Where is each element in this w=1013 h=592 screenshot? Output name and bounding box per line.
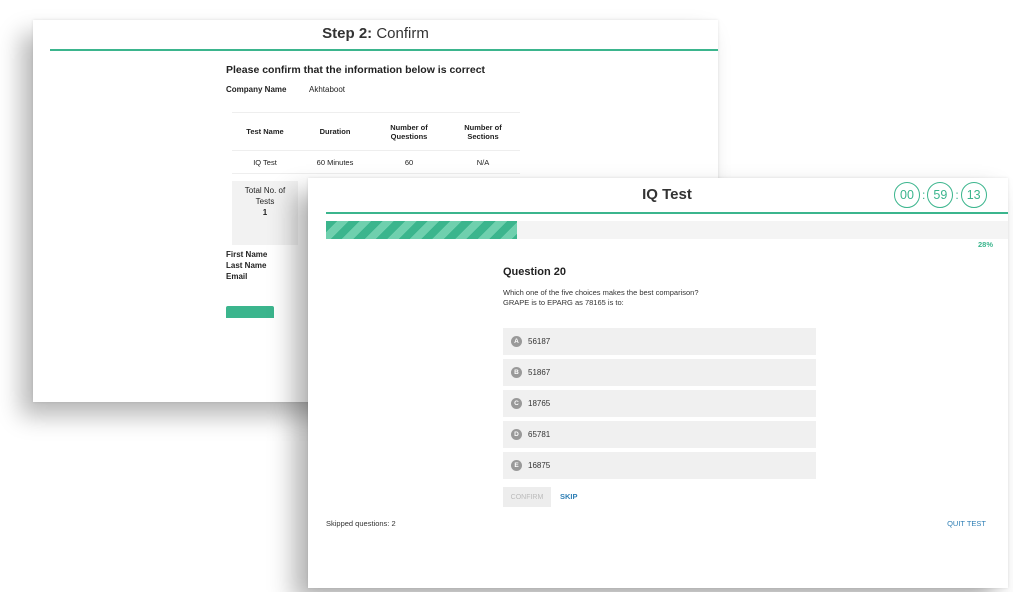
answer-choice-e[interactable]: E 16875: [503, 452, 816, 479]
table-row: IQ Test 60 Minutes 60 N/A: [232, 150, 520, 174]
countdown-timer: 00 : 59 : 13: [894, 182, 987, 208]
progress-fill: [326, 221, 517, 239]
confirm-heading: Please confirm that the information belo…: [226, 64, 486, 76]
choice-letter-icon: C: [511, 398, 522, 409]
test-summary-table: Test Name Duration Number of Questions N…: [232, 112, 520, 174]
choice-text: 18765: [528, 399, 551, 408]
choice-letter-icon: D: [511, 429, 522, 440]
choice-letter-icon: A: [511, 336, 522, 347]
skipped-questions-count: Skipped questions: 2: [326, 519, 396, 528]
header-num-sections: Number of Sections: [446, 112, 520, 151]
answer-choice-b[interactable]: B 51867: [503, 359, 816, 386]
choice-letter-icon: B: [511, 367, 522, 378]
confirm-title: Step 2: Confirm: [33, 25, 718, 42]
choice-text: 56187: [528, 337, 551, 346]
step-name: Confirm: [372, 25, 429, 42]
total-tests-label: Total No. of Tests: [244, 186, 286, 206]
choice-text: 65781: [528, 430, 551, 439]
timer-separator: :: [922, 188, 926, 202]
last-name-label: Last Name: [226, 261, 267, 270]
header-num-questions-text: Number of Questions: [390, 122, 428, 141]
company-label: Company Name: [226, 85, 287, 94]
step-label: Step 2:: [322, 25, 373, 42]
company-row: Company Name Akhtaboot: [226, 85, 345, 94]
timer-separator: :: [955, 188, 959, 202]
first-name-label: First Name: [226, 250, 268, 259]
cell-num-questions: 60: [372, 150, 446, 174]
skip-button[interactable]: SKIP: [560, 492, 578, 501]
header-num-sections-text: Number of Sections: [464, 122, 502, 141]
confirm-button[interactable]: CONFIRM: [503, 487, 551, 507]
total-tests-box: Total No. of Tests 1: [232, 181, 298, 245]
choice-text: 16875: [528, 461, 551, 470]
total-tests-value: 1: [262, 208, 268, 217]
question-line-2: GRAPE is to EPARG as 78165 is to:: [503, 298, 624, 307]
quit-test-link[interactable]: QUIT TEST: [947, 519, 986, 528]
cell-num-sections: N/A: [446, 150, 520, 174]
confirm-submit-button[interactable]: [226, 306, 274, 318]
title-divider: [326, 212, 1008, 214]
question-title: Question 20: [503, 266, 566, 278]
progress-percent: 28%: [977, 240, 993, 249]
choice-text: 51867: [528, 368, 551, 377]
answer-choice-c[interactable]: C 18765: [503, 390, 816, 417]
email-label: Email: [226, 272, 248, 281]
question-line-1: Which one of the five choices makes the …: [503, 288, 699, 297]
header-duration: Duration: [298, 112, 372, 151]
question-text: Which one of the five choices makes the …: [503, 288, 699, 308]
timer-minutes: 59: [927, 182, 954, 208]
choice-letter-icon: E: [511, 460, 522, 471]
title-divider: [50, 49, 718, 51]
user-fields: First Name Last Name Email: [226, 249, 267, 282]
answer-choice-d[interactable]: D 65781: [503, 421, 816, 448]
cell-duration: 60 Minutes: [298, 150, 372, 174]
answer-choice-a[interactable]: A 56187: [503, 328, 816, 355]
progress-bar: [326, 221, 1008, 239]
test-window: IQ Test 00 : 59 : 13 28% Question 20 Whi…: [308, 178, 1008, 588]
header-test-name: Test Name: [232, 112, 298, 151]
header-num-questions: Number of Questions: [372, 112, 446, 151]
timer-seconds: 13: [960, 182, 987, 208]
timer-hours: 00: [894, 182, 920, 208]
cell-test-name: IQ Test: [232, 150, 298, 174]
company-value: Akhtaboot: [309, 85, 346, 94]
